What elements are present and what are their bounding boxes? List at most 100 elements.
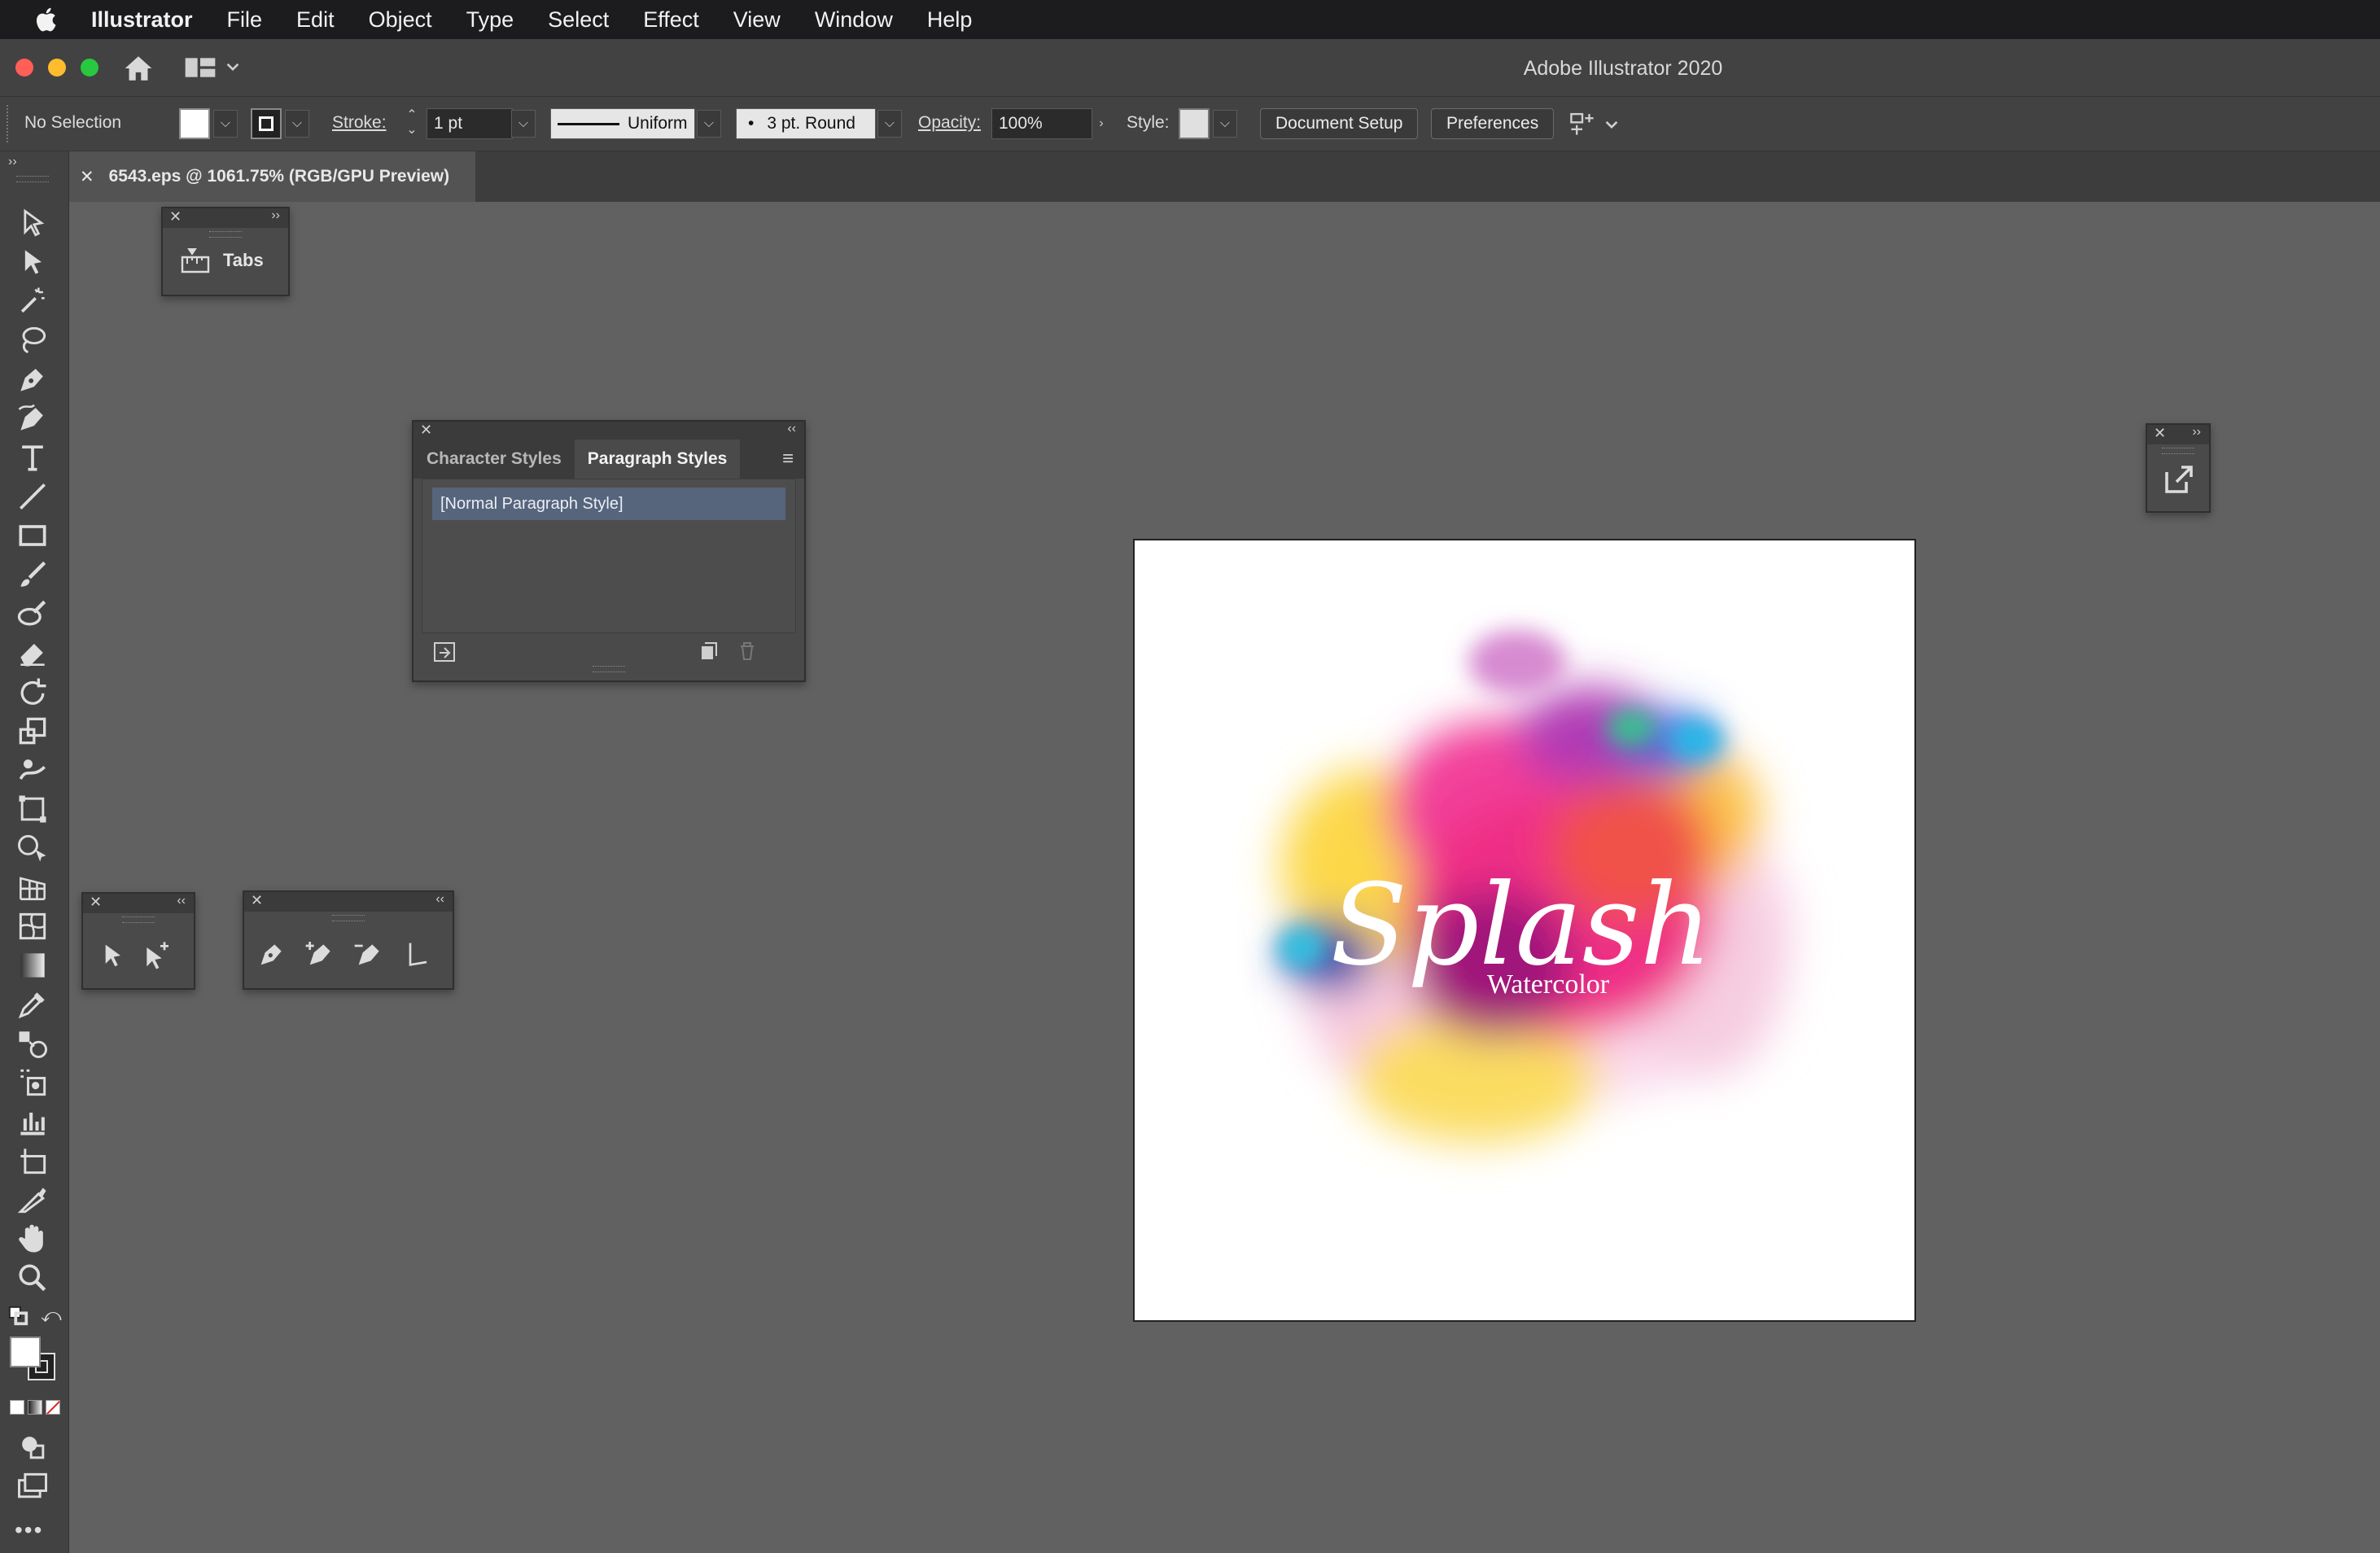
delete-anchor-point-tool-icon[interactable]: [353, 938, 386, 970]
close-tab-icon[interactable]: ✕: [80, 167, 94, 187]
close-icon[interactable]: ✕: [90, 894, 102, 911]
shape-builder-tool-icon[interactable]: [15, 830, 50, 866]
warp-tool-icon[interactable]: [15, 752, 50, 788]
export-icon[interactable]: [2160, 462, 2196, 498]
gradient-tool-icon[interactable]: [15, 947, 50, 983]
group-selection-tool-icon[interactable]: [140, 939, 173, 972]
stroke-label[interactable]: Stroke:: [332, 113, 387, 133]
menu-effect[interactable]: Effect: [643, 7, 699, 33]
hand-tool-icon[interactable]: [15, 1221, 50, 1257]
menu-help[interactable]: Help: [927, 7, 973, 33]
chevron-down-icon[interactable]: [1605, 118, 1618, 131]
tab-character-styles[interactable]: Character Styles: [413, 440, 575, 479]
pen-tool-icon[interactable]: [15, 361, 50, 397]
collapse-icon[interactable]: ‹‹: [177, 894, 186, 908]
column-graph-tool-icon[interactable]: [15, 1104, 50, 1140]
none-mode-icon[interactable]: [46, 1400, 60, 1415]
menu-type[interactable]: Type: [466, 7, 514, 33]
menu-select[interactable]: Select: [548, 7, 609, 33]
panel-grip[interactable]: [2162, 448, 2194, 454]
direct-selection-tool-icon[interactable]: [96, 939, 129, 972]
fill-color-box[interactable]: [10, 1336, 41, 1367]
blend-tool-icon[interactable]: [15, 1026, 50, 1061]
tabs-panel-button[interactable]: Tabs: [163, 238, 288, 273]
magic-wand-tool-icon[interactable]: [15, 283, 50, 319]
symbol-sprayer-tool-icon[interactable]: [15, 1065, 50, 1100]
stroke-swatch[interactable]: [251, 108, 282, 139]
panel-header[interactable]: ✕ ‹‹: [413, 422, 804, 440]
document-tab[interactable]: ✕ 6543.eps @ 1061.75% (RGB/GPU Preview): [68, 151, 475, 202]
close-icon[interactable]: ✕: [251, 892, 263, 909]
stroke-weight-stepper[interactable]: ⌃ ⌄: [402, 108, 422, 141]
arrange-documents-icon[interactable]: [1568, 110, 1597, 138]
menu-object[interactable]: Object: [369, 7, 432, 33]
style-list-item[interactable]: [Normal Paragraph Style]: [432, 488, 785, 520]
slice-tool-icon[interactable]: [15, 1182, 50, 1218]
expand-icon[interactable]: ››: [2192, 425, 2201, 440]
collapse-icon[interactable]: ‹‹: [435, 892, 444, 907]
artboard-tool-icon[interactable]: [15, 1143, 50, 1179]
rotate-tool-icon[interactable]: [15, 674, 50, 710]
panel-header[interactable]: ✕ ‹‹: [83, 894, 194, 913]
panel-grip[interactable]: [209, 231, 242, 238]
panel-header[interactable]: ✕ ››: [163, 208, 288, 228]
panel-grip[interactable]: [332, 915, 365, 921]
fill-stroke-widget[interactable]: [8, 1336, 62, 1382]
stroke-dropdown[interactable]: ⌵: [285, 110, 309, 138]
brush-dropdown[interactable]: ⌵: [877, 110, 902, 138]
perspective-grid-tool-icon[interactable]: [15, 869, 50, 905]
menu-file[interactable]: File: [227, 7, 263, 33]
rectangle-tool-icon[interactable]: [15, 518, 50, 553]
type-tool-icon[interactable]: [15, 440, 50, 475]
resize-grip[interactable]: [593, 666, 625, 672]
eraser-tool-icon[interactable]: [15, 635, 50, 671]
zoom-tool-icon[interactable]: [15, 1260, 50, 1296]
drawing-modes-icon[interactable]: [15, 1429, 50, 1465]
load-styles-icon[interactable]: [433, 641, 456, 663]
stroke-weight-dropdown[interactable]: ⌵: [511, 110, 536, 138]
delete-style-icon[interactable]: [737, 641, 757, 661]
lasso-tool-icon[interactable]: [15, 322, 50, 358]
menu-edit[interactable]: Edit: [296, 7, 335, 33]
panel-header[interactable]: ✕ ‹‹: [244, 892, 453, 912]
panel-grip[interactable]: [122, 916, 155, 923]
line-segment-tool-icon[interactable]: [15, 479, 50, 514]
scale-tool-icon[interactable]: [15, 713, 50, 749]
stroke-weight-input[interactable]: 1 pt: [427, 108, 513, 139]
default-fill-stroke-icon[interactable]: [8, 1306, 29, 1327]
expand-toolbar-icon[interactable]: ››: [8, 155, 17, 169]
pen-tool-icon[interactable]: [256, 938, 288, 970]
fill-swatch[interactable]: [179, 108, 210, 139]
fill-dropdown[interactable]: ⌵: [213, 110, 238, 138]
graphic-style-dropdown[interactable]: ⌵: [1213, 110, 1237, 138]
close-icon[interactable]: ✕: [169, 208, 182, 225]
close-icon[interactable]: ✕: [420, 422, 432, 439]
add-anchor-point-tool-icon[interactable]: [304, 938, 337, 970]
anchor-point-tool-icon[interactable]: [402, 938, 435, 970]
expand-icon[interactable]: ››: [271, 208, 280, 223]
control-bar-grip[interactable]: [7, 105, 11, 142]
swap-fill-stroke-icon[interactable]: ⤺: [41, 1306, 62, 1327]
panel-header[interactable]: ✕ ››: [2147, 425, 2209, 444]
paintbrush-tool-icon[interactable]: [15, 557, 50, 593]
artboard[interactable]: Splash Watercolor: [1133, 539, 1916, 1322]
menu-window[interactable]: Window: [815, 7, 893, 33]
toolbar-grip[interactable]: [16, 176, 49, 182]
opacity-input[interactable]: 100%: [991, 108, 1092, 139]
mesh-tool-icon[interactable]: [15, 908, 50, 944]
tab-paragraph-styles[interactable]: Paragraph Styles: [574, 440, 741, 479]
screen-mode-icon[interactable]: [15, 1468, 50, 1504]
opacity-expand-arrow[interactable]: ›: [1089, 110, 1113, 138]
menu-view[interactable]: View: [733, 7, 781, 33]
direct-selection-tool-icon[interactable]: [15, 244, 50, 280]
variable-width-profile[interactable]: Uniform: [550, 108, 695, 139]
opacity-label[interactable]: Opacity:: [918, 113, 981, 133]
brush-definition[interactable]: • 3 pt. Round: [736, 108, 876, 139]
profile-dropdown[interactable]: ⌵: [697, 110, 721, 138]
gradient-mode-icon[interactable]: [28, 1400, 42, 1415]
selection-tool-icon[interactable]: [15, 205, 50, 241]
collapse-icon[interactable]: ‹‹: [787, 422, 796, 436]
color-mode-icon[interactable]: [10, 1400, 24, 1415]
edit-toolbar-icon[interactable]: •••: [15, 1517, 43, 1543]
curvature-tool-icon[interactable]: [15, 400, 50, 436]
